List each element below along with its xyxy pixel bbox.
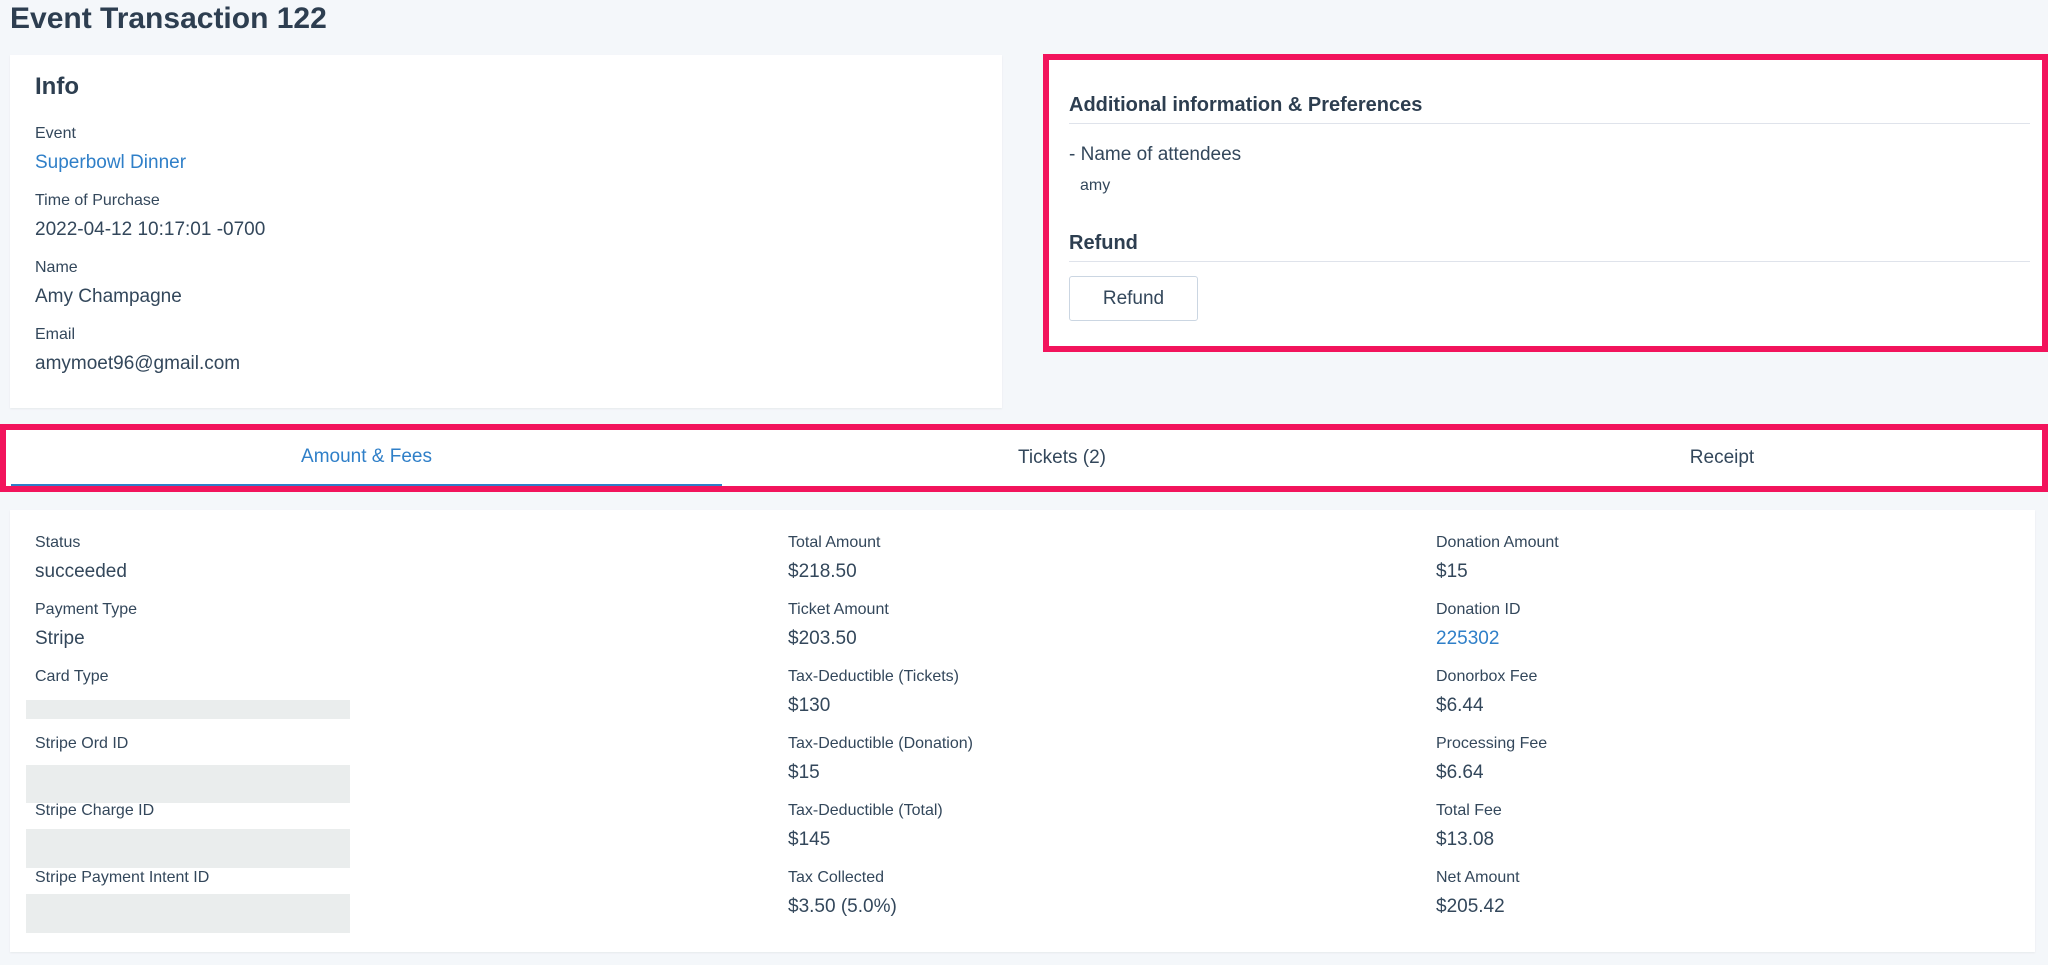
net-amount-value: $205.42 <box>1436 896 1505 917</box>
refund-heading: Refund <box>1069 232 2030 262</box>
donation-id-link[interactable]: 225302 <box>1436 628 1499 650</box>
attendees-question: - Name of attendees <box>1069 144 1242 165</box>
time-of-purchase-value: 2022-04-12 10:17:01 -0700 <box>35 219 266 240</box>
tax-collected-value: $3.50 (5.0%) <box>788 896 897 917</box>
tax-deductible-tickets-value: $130 <box>788 695 831 716</box>
tax-collected-label: Tax Collected <box>788 869 885 886</box>
ticket-amount-value: $203.50 <box>788 628 857 649</box>
processing-fee-value: $6.64 <box>1436 762 1484 783</box>
tab-bar: Amount & Fees Tickets (2) Receipt <box>0 424 2048 492</box>
donorbox-fee-value: $6.44 <box>1436 695 1484 716</box>
tax-deductible-donation-label: Tax-Deductible (Donation) <box>788 735 973 752</box>
info-card: Info Event Superbowl Dinner Time of Purc… <box>10 55 1002 408</box>
tax-deductible-donation-value: $15 <box>788 762 820 783</box>
total-amount-value: $218.50 <box>788 561 857 582</box>
card-type-redacted <box>26 700 350 719</box>
ticket-amount-label: Ticket Amount <box>788 601 889 618</box>
donation-id-label: Donation ID <box>1436 601 1521 618</box>
payment-type-value: Stripe <box>35 628 85 649</box>
preferences-heading: Additional information & Preferences <box>1069 94 2030 124</box>
payment-type-label: Payment Type <box>35 601 137 618</box>
net-amount-label: Net Amount <box>1436 869 1520 886</box>
event-link[interactable]: Superbowl Dinner <box>35 152 186 174</box>
total-amount-label: Total Amount <box>788 534 881 551</box>
status-value: succeeded <box>35 561 127 582</box>
tab-amount-fees[interactable]: Amount & Fees <box>11 430 722 486</box>
email-value: amymoet96@gmail.com <box>35 353 241 374</box>
stripe-charge-id-redacted <box>26 829 350 868</box>
stripe-charge-id-label: Stripe Charge ID <box>35 802 155 819</box>
status-label: Status <box>35 534 81 551</box>
stripe-ord-id-redacted <box>26 765 350 803</box>
total-fee-label: Total Fee <box>1436 802 1502 819</box>
refund-button[interactable]: Refund <box>1069 276 1198 321</box>
tax-deductible-tickets-label: Tax-Deductible (Tickets) <box>788 668 960 685</box>
name-label: Name <box>35 259 78 276</box>
tax-deductible-total-value: $145 <box>788 829 831 850</box>
processing-fee-label: Processing Fee <box>1436 735 1548 752</box>
stripe-payment-intent-id-label: Stripe Payment Intent ID <box>35 869 210 886</box>
name-value: Amy Champagne <box>35 286 182 307</box>
preferences-panel: Additional information & Preferences - N… <box>1043 54 2048 352</box>
total-fee-value: $13.08 <box>1436 829 1495 850</box>
email-label: Email <box>35 326 76 343</box>
card-type-label: Card Type <box>35 668 109 685</box>
tax-deductible-total-label: Tax-Deductible (Total) <box>788 802 943 819</box>
stripe-ord-id-label: Stripe Ord ID <box>35 735 129 752</box>
stripe-payment-intent-id-redacted <box>26 894 350 933</box>
amount-fees-panel: Status succeeded Payment Type Stripe Car… <box>10 510 2035 952</box>
donation-amount-label: Donation Amount <box>1436 534 1559 551</box>
event-label: Event <box>35 125 76 142</box>
donorbox-fee-label: Donorbox Fee <box>1436 668 1538 685</box>
donation-amount-value: $15 <box>1436 561 1468 582</box>
tab-receipt[interactable]: Receipt <box>1402 430 2042 486</box>
page-title: Event Transaction 122 <box>10 2 327 35</box>
time-of-purchase-label: Time of Purchase <box>35 192 160 209</box>
attendees-answer: amy <box>1080 177 1111 194</box>
tab-tickets[interactable]: Tickets (2) <box>722 430 1402 486</box>
info-heading: Info <box>35 73 79 100</box>
